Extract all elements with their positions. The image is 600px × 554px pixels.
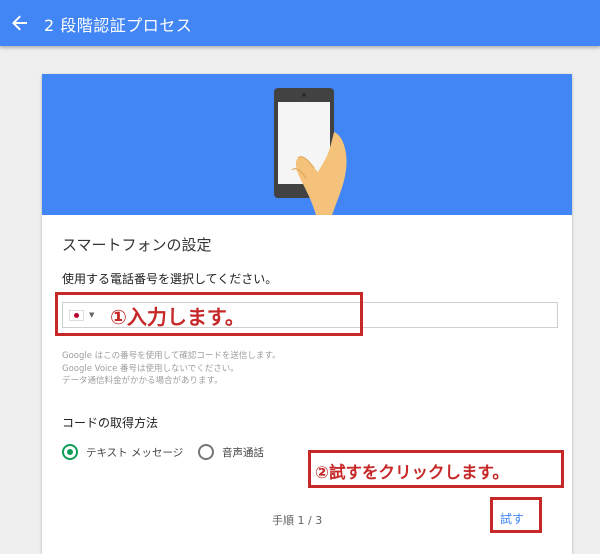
smartphone-in-hand-illustration [274,88,347,215]
app-bar: 2 段階認証プロセス [0,0,600,46]
page-title: 2 段階認証プロセス [44,16,193,35]
back-button[interactable] [4,7,36,39]
annotation-click-try: ②試すをクリックします。 [308,450,564,488]
arrow-back-icon [12,15,27,31]
help-line: Google Voice 番号は使用しないでください。 [62,363,239,374]
hero-banner [42,74,572,215]
radio-text-message[interactable]: テキスト メッセージ [62,444,183,460]
radio-unselected-icon [198,444,214,460]
radio-voice-call[interactable]: 音声通話 [198,444,264,460]
help-line: Google はこの番号を使用して確認コードを送信します。 [62,351,281,361]
radio-label: 音声通話 [222,446,264,459]
annotation-highlight-try [490,497,542,533]
radio-selected-icon [62,444,78,460]
annotation-enter-number: ①入力します。 [55,292,363,336]
radio-label: テキスト メッセージ [86,446,184,459]
step-indicator: 手順 1 / 3 [272,514,323,527]
method-title: コードの取得方法 [62,416,159,430]
phone-prompt: 使用する電話番号を選択してください。 [62,272,278,286]
help-line: データ通信料金がかかる場合があります。 [62,376,223,386]
help-text: Google はこの番号を使用して確認コードを送信します。 Google Voi… [62,350,281,388]
section-title: スマートフォンの設定 [62,236,212,254]
